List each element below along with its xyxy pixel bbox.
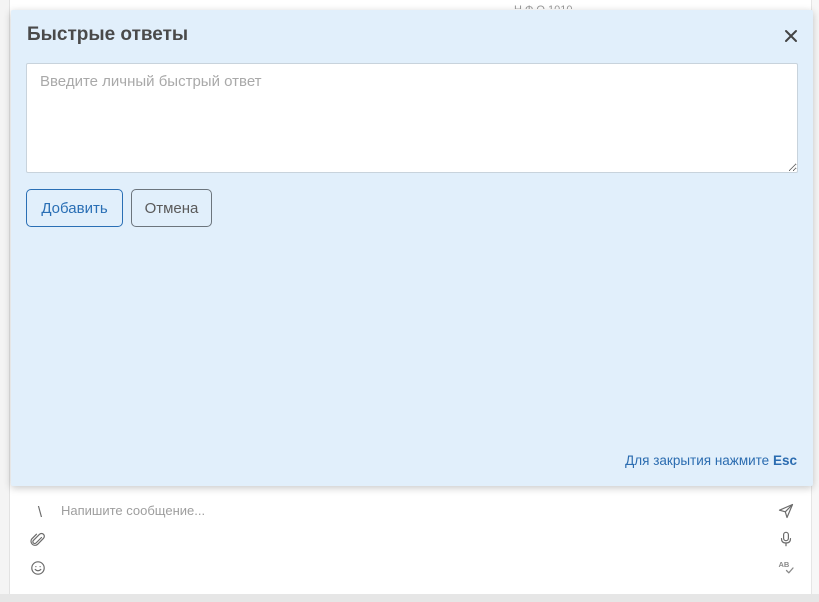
smiley-icon[interactable] xyxy=(30,560,46,576)
esc-key-label: Esc xyxy=(772,453,797,468)
microphone-icon[interactable] xyxy=(778,531,794,547)
slash-icon[interactable]: \ xyxy=(32,505,48,521)
paperclip-icon[interactable] xyxy=(30,532,46,548)
close-hint-text: Для закрытия нажмите xyxy=(625,453,770,468)
dialog-title: Быстрые ответы xyxy=(27,24,189,45)
close-icon[interactable] xyxy=(782,27,800,45)
background-header-text: Н Ф О 1010 xyxy=(514,1,573,9)
send-icon[interactable] xyxy=(778,503,794,519)
message-input[interactable] xyxy=(61,500,751,520)
message-composer: \ AB xyxy=(11,486,811,594)
spellcheck-icon[interactable]: AB xyxy=(778,559,794,575)
add-button[interactable]: Добавить xyxy=(26,189,123,227)
background-bottom-strip xyxy=(0,594,819,602)
quick-reply-textarea[interactable] xyxy=(26,63,798,173)
close-hint: Для закрытия нажмите Esc xyxy=(625,453,797,468)
spellcheck-label: AB xyxy=(779,560,790,569)
cancel-button[interactable]: Отмена xyxy=(131,189,212,227)
quick-replies-dialog: Быстрые ответы Добавить Отмена Для закры… xyxy=(11,10,813,486)
background-left-frame xyxy=(0,0,10,602)
